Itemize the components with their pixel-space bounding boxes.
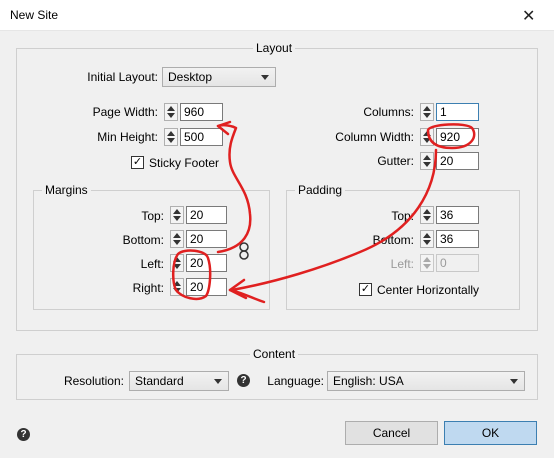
down-arrow-icon [173, 216, 181, 221]
padding-bottom-field[interactable]: 36 [436, 230, 479, 248]
page-width-stepper[interactable] [164, 103, 178, 121]
columns-field[interactable]: 1 [436, 103, 479, 121]
down-arrow-icon [173, 288, 181, 293]
page-width-field[interactable]: 960 [180, 103, 223, 121]
initial-layout-dropdown[interactable]: Desktop [162, 67, 276, 87]
up-arrow-icon [423, 106, 431, 111]
down-arrow-icon [423, 138, 431, 143]
cancel-button[interactable]: Cancel [345, 421, 438, 445]
up-arrow-icon [173, 281, 181, 286]
min-height-label: Min Height: [97, 130, 158, 144]
margin-left-label: Left: [140, 257, 164, 271]
language-dropdown[interactable]: English: USA [327, 371, 525, 391]
margin-bottom-stepper[interactable] [170, 230, 184, 248]
ok-button[interactable]: OK [444, 421, 537, 445]
center-horizontally-checkbox[interactable]: ✓ [359, 283, 372, 296]
margin-right-stepper[interactable] [170, 278, 184, 296]
padding-bottom-label: Bottom: [372, 233, 414, 247]
down-arrow-icon [423, 264, 431, 269]
padding-top-label: Top: [391, 209, 414, 223]
dialog-help-icon[interactable]: ? [17, 428, 30, 441]
padding-left-stepper [420, 254, 434, 272]
gutter-label: Gutter: [377, 154, 414, 168]
up-arrow-icon [173, 257, 181, 262]
center-horizontally-label: Center Horizontally [377, 283, 480, 297]
gutter-field[interactable]: 20 [436, 152, 479, 170]
sticky-footer-checkbox[interactable]: ✓ [131, 156, 144, 169]
sticky-footer-label: Sticky Footer [149, 156, 220, 170]
padding-left-field: 0 [436, 254, 479, 272]
up-arrow-icon [423, 257, 431, 262]
down-arrow-icon [423, 162, 431, 167]
up-arrow-icon [423, 155, 431, 160]
layout-group-label: Layout [253, 41, 296, 55]
margin-right-field[interactable]: 20 [186, 278, 227, 296]
padding-left-label: Left: [390, 257, 414, 271]
close-icon[interactable]: ✕ [522, 6, 535, 26]
gutter-stepper[interactable] [420, 152, 434, 170]
resolution-value: Standard [135, 374, 184, 388]
down-arrow-icon [423, 216, 431, 221]
margin-top-stepper[interactable] [170, 206, 184, 224]
initial-layout-value: Desktop [168, 70, 213, 84]
padding-group-label: Padding [295, 183, 346, 197]
down-arrow-icon [423, 240, 431, 245]
margin-bottom-label: Bottom: [122, 233, 164, 247]
padding-top-stepper[interactable] [420, 206, 434, 224]
page-width-label: Page Width: [92, 105, 158, 119]
up-arrow-icon [167, 106, 175, 111]
padding-bottom-stepper[interactable] [420, 230, 434, 248]
margin-left-field[interactable]: 20 [186, 254, 227, 272]
up-arrow-icon [173, 209, 181, 214]
window-title: New Site [10, 8, 59, 22]
up-arrow-icon [423, 233, 431, 238]
chevron-down-icon [261, 75, 269, 80]
chevron-down-icon [214, 379, 222, 384]
language-value: English: USA [333, 374, 404, 388]
column-width-label: Column Width: [335, 130, 414, 144]
columns-label: Columns: [363, 105, 414, 119]
language-label: Language: [267, 374, 324, 388]
margin-top-label: Top: [141, 209, 164, 223]
column-width-field[interactable]: 920 [436, 128, 479, 146]
title-bar: New Site ✕ [0, 0, 554, 31]
down-arrow-icon [167, 113, 175, 118]
up-arrow-icon [423, 131, 431, 136]
up-arrow-icon [167, 131, 175, 136]
margin-right-label: Right: [132, 281, 164, 295]
content-group-label: Content [250, 347, 299, 361]
min-height-field[interactable]: 500 [180, 128, 223, 146]
resolution-dropdown[interactable]: Standard [129, 371, 229, 391]
up-arrow-icon [423, 209, 431, 214]
chevron-down-icon [510, 379, 518, 384]
up-arrow-icon [173, 233, 181, 238]
margins-group-label: Margins [42, 183, 91, 197]
min-height-stepper[interactable] [164, 128, 178, 146]
down-arrow-icon [173, 240, 181, 245]
column-width-stepper[interactable] [420, 128, 434, 146]
margin-bottom-field[interactable]: 20 [186, 230, 227, 248]
help-icon[interactable]: ? [237, 374, 250, 387]
resolution-label: Resolution: [63, 374, 124, 388]
initial-layout-label: Initial Layout: [87, 70, 158, 84]
down-arrow-icon [423, 113, 431, 118]
margin-left-stepper[interactable] [170, 254, 184, 272]
columns-stepper[interactable] [420, 103, 434, 121]
down-arrow-icon [173, 264, 181, 269]
padding-top-field[interactable]: 36 [436, 206, 479, 224]
margin-top-field[interactable]: 20 [186, 206, 227, 224]
down-arrow-icon [167, 138, 175, 143]
